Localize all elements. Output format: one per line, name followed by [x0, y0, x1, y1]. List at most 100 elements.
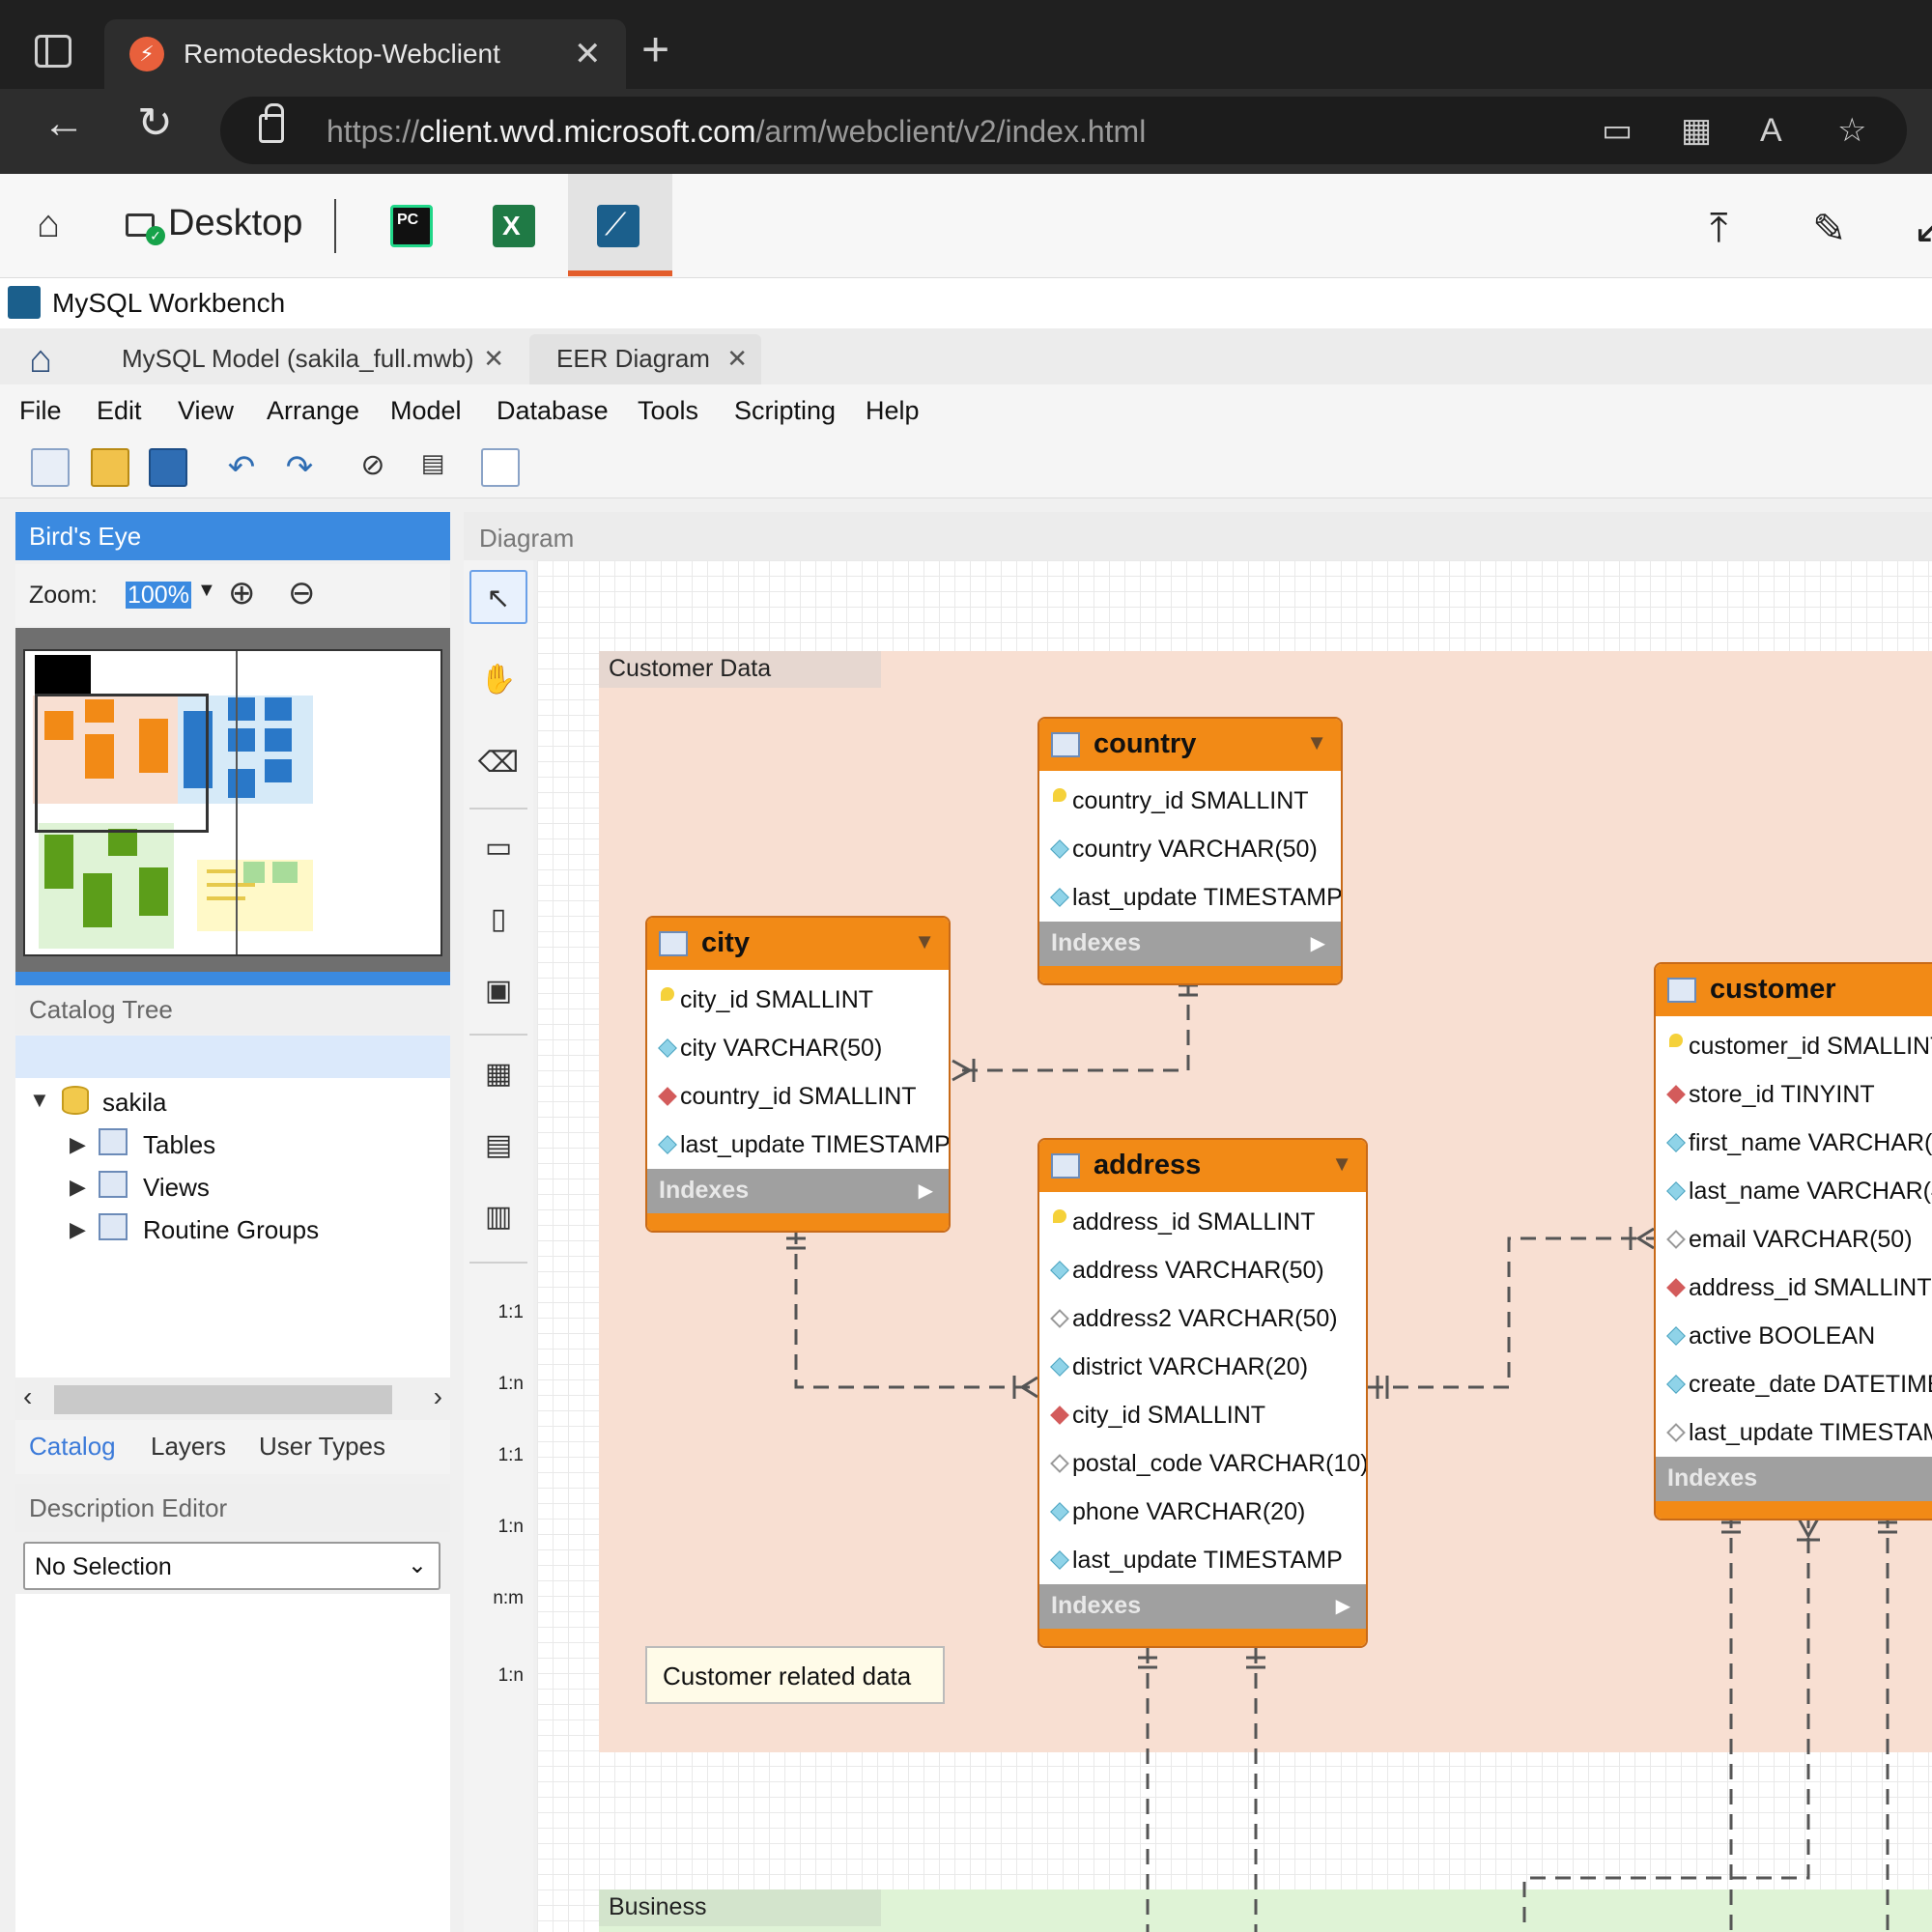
refresh-icon[interactable]: ↻ [137, 102, 173, 145]
redo-icon[interactable]: ↷ [280, 448, 319, 487]
indexes-section[interactable]: Indexes ▶ [1039, 1584, 1366, 1629]
birds-eye-canvas[interactable] [23, 649, 442, 956]
zoom-out-icon[interactable]: ⊖ [288, 574, 316, 612]
column-row[interactable]: last_update TIMESTAMP [1039, 873, 1341, 922]
select-tool-icon[interactable]: ↖ [469, 570, 527, 624]
table-header[interactable]: customer [1656, 964, 1932, 1016]
scroll-right-icon[interactable]: › [434, 1381, 442, 1412]
excel-app-icon[interactable] [493, 205, 535, 247]
tab-actions-icon[interactable] [35, 35, 71, 68]
expand-triangle-icon[interactable]: ▶ [919, 1179, 933, 1203]
tab-mysql-model[interactable]: MySQL Model (sakila_full.mwb) ✕ [83, 334, 518, 384]
new-tab-icon[interactable]: + [641, 25, 669, 73]
column-row[interactable]: last_name VARCHAR(4 [1656, 1167, 1932, 1215]
column-row[interactable]: last_update TIMESTAMP [647, 1121, 949, 1169]
home-icon[interactable]: ⌂ [37, 203, 60, 246]
rel-1-1-non-identifying-tool[interactable]: 1:1 [469, 1279, 527, 1333]
column-row[interactable]: city_id SMALLINT [1039, 1391, 1366, 1439]
new-diagram-icon[interactable] [481, 448, 520, 487]
catalog-horizontal-scrollbar[interactable]: ‹ › [15, 1378, 450, 1420]
column-row[interactable]: active BOOLEAN [1656, 1312, 1932, 1360]
back-arrow-icon[interactable]: ← [43, 102, 85, 145]
layer-tool-icon[interactable]: ▭ [469, 821, 527, 875]
view-tool-icon[interactable]: ▤ [469, 1119, 527, 1173]
column-row[interactable]: country_id SMALLINT [1039, 777, 1341, 825]
tree-item-routine-groups[interactable]: Routine Groups [143, 1215, 319, 1245]
workbench-home-icon[interactable]: ⌂ [29, 338, 52, 382]
column-row[interactable]: last_update TIMESTAM [1656, 1408, 1932, 1457]
expand-triangle-icon[interactable]: ▶ [1336, 1594, 1350, 1618]
close-tab-icon[interactable]: ✕ [483, 344, 504, 374]
rel-1-n-identifying-tool[interactable]: 1:n [469, 1493, 527, 1548]
collapse-triangle-icon[interactable]: ▼ [1306, 730, 1327, 755]
menu-database[interactable]: Database [497, 396, 609, 426]
column-row[interactable]: create_date DATETIME [1656, 1360, 1932, 1408]
url-text[interactable]: https://client.wvd.microsoft.com/arm/web… [327, 114, 1146, 150]
close-tab-icon[interactable]: ✕ [574, 35, 602, 73]
rel-1-n-non-identifying-tool[interactable]: 1:n [469, 1350, 527, 1405]
column-row[interactable]: address VARCHAR(50) [1039, 1246, 1366, 1294]
table-header[interactable]: country ▼ [1039, 719, 1341, 771]
column-row[interactable]: last_update TIMESTAMP [1039, 1536, 1366, 1584]
column-row[interactable]: address_id SMALLINT [1039, 1198, 1366, 1246]
indexes-section[interactable]: Indexes ▶ [1039, 922, 1341, 966]
expand-icon[interactable]: ▶ [70, 1175, 86, 1200]
unpin-icon[interactable]: ✎ [1812, 205, 1846, 252]
column-row[interactable]: country VARCHAR(50) [1039, 825, 1341, 873]
tree-item-schema[interactable]: sakila [102, 1088, 166, 1118]
column-row[interactable]: phone VARCHAR(20) [1039, 1488, 1366, 1536]
table-header[interactable]: city ▼ [647, 918, 949, 970]
expand-triangle-icon[interactable]: ▶ [1311, 931, 1325, 955]
diagram-note[interactable]: Customer related data [645, 1646, 945, 1704]
column-row[interactable]: email VARCHAR(50) [1656, 1215, 1932, 1264]
layer-business[interactable]: Business [599, 1889, 1932, 1932]
scroll-left-icon[interactable]: ‹ [23, 1381, 32, 1412]
column-row[interactable]: district VARCHAR(20) [1039, 1343, 1366, 1391]
menu-help[interactable]: Help [866, 396, 920, 426]
rel-1-n-existing-columns-tool[interactable]: 1:n [469, 1642, 527, 1696]
minimap-viewport-rect[interactable] [35, 694, 209, 833]
table-address[interactable]: address ▼ address_id SMALLINT address VA… [1037, 1138, 1368, 1648]
pin-top-icon[interactable]: ⤒ [1710, 205, 1728, 252]
hand-tool-icon[interactable]: ✋ [469, 653, 527, 707]
lock-icon[interactable] [259, 103, 284, 143]
zoom-in-icon[interactable]: ⊕ [228, 574, 256, 612]
undo-icon[interactable]: ↶ [222, 448, 261, 487]
browser-tab[interactable]: ⚡ Remotedesktop-Webclient ✕ [104, 19, 626, 89]
tree-item-tables[interactable]: Tables [143, 1130, 215, 1160]
column-row[interactable]: postal_code VARCHAR(10) [1039, 1439, 1366, 1488]
routine-group-tool-icon[interactable]: ▥ [469, 1190, 527, 1244]
mysql-workbench-app-icon[interactable] [597, 205, 639, 247]
description-object-select[interactable]: No Selection ⌄ [23, 1542, 440, 1590]
expand-icon[interactable]: ▶ [70, 1132, 86, 1157]
column-row[interactable]: address2 VARCHAR(50) [1039, 1294, 1366, 1343]
description-editor-area[interactable] [15, 1594, 450, 1932]
rel-1-1-identifying-tool[interactable]: 1:1 [469, 1422, 527, 1476]
collapse-icon[interactable]: ↙ [1913, 205, 1932, 252]
menu-edit[interactable]: Edit [97, 396, 142, 426]
zoom-input[interactable]: 100% [108, 576, 195, 614]
indexes-section[interactable]: Indexes [1656, 1457, 1932, 1501]
tab-eer-diagram[interactable]: EER Diagram ✕ [529, 334, 761, 384]
indexes-section[interactable]: Indexes ▶ [647, 1169, 949, 1213]
table-customer[interactable]: customer customer_id SMALLINT store_id T… [1654, 962, 1932, 1520]
column-row[interactable]: city_id SMALLINT [647, 976, 949, 1024]
zoom-dropdown-icon[interactable]: ▼ [197, 580, 216, 602]
close-tab-icon[interactable]: ✕ [726, 344, 748, 374]
expand-icon[interactable]: ▶ [70, 1217, 86, 1242]
menu-scripting[interactable]: Scripting [734, 396, 836, 426]
toggle-grid-icon[interactable]: ⊘ [354, 448, 392, 487]
add-favorite-icon[interactable]: ☆ [1837, 114, 1866, 147]
apps-grid-icon[interactable]: ▦ [1681, 114, 1712, 147]
open-model-icon[interactable] [91, 448, 129, 487]
read-aloud-icon[interactable]: A [1760, 114, 1782, 147]
collapse-triangle-icon[interactable]: ▼ [1331, 1151, 1352, 1177]
column-row[interactable]: first_name VARCHAR(4 [1656, 1119, 1932, 1167]
scrollbar-thumb[interactable] [54, 1385, 392, 1414]
tab-catalog[interactable]: Catalog [29, 1432, 116, 1462]
menu-model[interactable]: Model [390, 396, 462, 426]
table-header[interactable]: address ▼ [1039, 1140, 1366, 1192]
table-city[interactable]: city ▼ city_id SMALLINT city VARCHAR(50)… [645, 916, 951, 1233]
pycharm-app-icon[interactable] [390, 205, 433, 247]
menu-tools[interactable]: Tools [638, 396, 698, 426]
